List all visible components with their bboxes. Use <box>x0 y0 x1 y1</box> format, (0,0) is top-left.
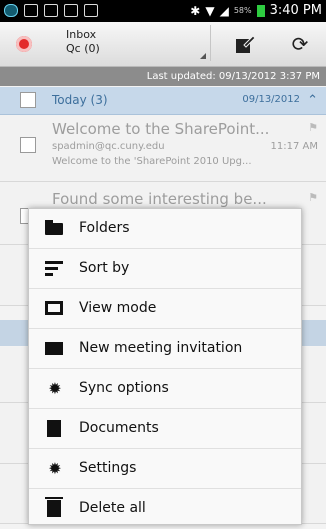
view-mode-icon <box>45 301 63 315</box>
menu-item-folders[interactable]: Folders <box>29 209 301 249</box>
system-indicators: ✱ ▼ ◢ 58% 3:40 PM <box>190 3 322 18</box>
gear-icon: ✹ <box>48 459 62 478</box>
menu-item-label: Settings <box>79 460 137 476</box>
email-checkbox[interactable] <box>20 137 36 153</box>
compose-icon[interactable] <box>234 33 256 55</box>
flag-icon[interactable]: ⚑ <box>308 121 318 134</box>
gallery-icon <box>24 4 38 17</box>
folder-account: Qc (0) <box>66 42 100 55</box>
battery-percent: 58% <box>233 6 252 15</box>
signal-icon: ◢ <box>219 3 229 18</box>
group-checkbox[interactable] <box>20 92 36 108</box>
envelope-icon <box>45 342 63 355</box>
voicemail-icon <box>4 4 18 17</box>
dropdown-caret-icon <box>200 53 206 59</box>
menu-item-documents[interactable]: Documents <box>29 409 301 449</box>
group-label: Today (3) <box>52 93 108 107</box>
group-date: 09/13/2012 <box>242 94 300 105</box>
menu-item-view-mode[interactable]: View mode <box>29 289 301 329</box>
folder-selector[interactable]: Inbox Qc (0) <box>58 25 211 61</box>
menu-item-settings[interactable]: ✹ Settings <box>29 449 301 489</box>
group-header[interactable]: Today (3) 09/13/2012 ⌃ <box>0 87 326 115</box>
email-time: 11:17 AM <box>270 141 318 152</box>
menu-item-label: Folders <box>79 220 130 236</box>
folder-name: Inbox <box>66 28 97 41</box>
email-preview: Welcome to the 'SharePoint 2010 Upg... <box>52 156 252 167</box>
trash-icon <box>45 497 63 517</box>
refresh-icon[interactable]: ⟳ <box>288 32 312 56</box>
wifi-icon: ▼ <box>205 3 215 18</box>
menu-item-label: Documents <box>79 420 159 436</box>
account-icon[interactable] <box>16 36 32 52</box>
menu-item-sync-options[interactable]: ✹ Sync options <box>29 369 301 409</box>
calendar-icon <box>64 4 78 17</box>
menu-item-label: New meeting invitation <box>79 340 243 356</box>
bluetooth-icon: ✱ <box>190 3 201 18</box>
gear-icon: ✹ <box>48 379 62 398</box>
gmail-icon <box>44 4 58 17</box>
document-icon <box>47 420 61 437</box>
collapse-chevron-icon[interactable]: ⌃ <box>307 93 318 108</box>
options-menu: Folders Sort by View mode New meeting in… <box>28 208 302 525</box>
screen-icon <box>84 4 98 17</box>
sort-icon <box>45 261 63 279</box>
email-toolbar: Inbox Qc (0) ⟳ <box>0 22 326 67</box>
menu-item-delete-all[interactable]: Delete all <box>29 489 301 529</box>
folder-icon <box>45 220 63 235</box>
notification-icons <box>4 4 98 17</box>
flag-icon[interactable]: ⚑ <box>308 191 318 204</box>
email-subject: Welcome to the SharePoint... <box>52 120 270 138</box>
menu-item-new-meeting-invitation[interactable]: New meeting invitation <box>29 329 301 369</box>
menu-item-sort-by[interactable]: Sort by <box>29 249 301 289</box>
clock: 3:40 PM <box>269 3 322 18</box>
menu-item-label: Sync options <box>79 380 169 396</box>
last-updated-bar: Last updated: 09/13/2012 3:37 PM <box>0 67 326 86</box>
battery-icon <box>256 4 265 17</box>
email-row[interactable]: Welcome to the SharePoint... ⚑ spadmin@q… <box>0 115 326 182</box>
status-bar: ✱ ▼ ◢ 58% 3:40 PM <box>0 0 326 22</box>
email-sender: spadmin@qc.cuny.edu <box>52 141 165 152</box>
menu-item-label: Delete all <box>79 500 146 516</box>
menu-item-label: Sort by <box>79 260 130 276</box>
email-subject: Found some interesting be... <box>52 190 267 208</box>
menu-item-label: View mode <box>79 300 157 316</box>
